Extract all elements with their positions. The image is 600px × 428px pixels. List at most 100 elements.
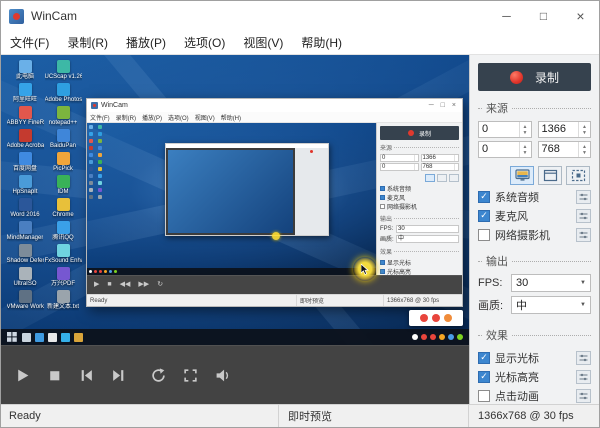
nested-desktop-icon-grid — [89, 125, 107, 202]
fps-select[interactable]: 30 ▼ — [511, 274, 591, 292]
desktop-icon-image — [19, 106, 32, 119]
spin-down-icon[interactable]: ▼ — [523, 150, 528, 156]
desktop-icon-label: IDM — [58, 188, 69, 196]
desktop-icon-image — [19, 83, 32, 96]
desktop-icon-image — [57, 175, 70, 188]
loop-button[interactable] — [151, 368, 166, 383]
menu-bar: 文件(F) 录制(R) 播放(P) 选项(O) 视图(V) 帮助(H) — [1, 31, 599, 55]
main-content: 此电脑 阿里旺旺 ABBYY FineReader — [1, 55, 599, 404]
third-level-record-dot — [310, 150, 313, 153]
nested-effects-title: 效果 — [380, 247, 392, 256]
desktop-icon: 阿里旺旺 — [6, 83, 44, 106]
source-section-header: 来源 — [478, 100, 591, 116]
region-width-input[interactable]: 1366 ▲▼ — [538, 121, 592, 138]
desktop-icon-image — [57, 60, 70, 73]
option-label: 显示光标 — [495, 350, 539, 366]
desktop-icon-label: 百度网盘 — [13, 165, 37, 173]
nested-desktop-icon — [98, 167, 102, 171]
tray-icon — [439, 334, 445, 340]
menu-item[interactable]: 帮助(H) — [292, 31, 351, 54]
nested-desktop-icon — [89, 139, 93, 143]
spin-down-icon[interactable]: ▼ — [582, 150, 587, 156]
checkbox[interactable]: ✓ — [478, 390, 490, 402]
quality-row: 画质: 中 ▼ — [478, 296, 591, 314]
tray-notification-popup — [409, 310, 463, 326]
nested-preview-area — [87, 123, 376, 275]
close-button[interactable]: × — [562, 1, 599, 31]
desktop-icon-label: Chrome — [52, 211, 73, 219]
nested-minimize-icon: ─ — [429, 102, 434, 109]
window-capture-button[interactable] — [538, 166, 562, 185]
checkbox[interactable]: ✓ — [478, 352, 490, 364]
checkbox[interactable]: ✓ — [478, 229, 490, 241]
tray-icon — [421, 334, 427, 340]
menu-item[interactable]: 文件(F) — [1, 31, 58, 54]
taskbar-app-icon — [74, 333, 83, 342]
taskbar-app-icon — [22, 333, 31, 342]
desktop-icon-grid: 此电脑 阿里旺旺 ABBYY FineReader — [6, 60, 82, 313]
check-icon: ✓ — [480, 353, 488, 362]
option-settings-button[interactable] — [576, 190, 591, 204]
option-settings-button[interactable] — [576, 228, 591, 242]
menu-item[interactable]: 视图(V) — [234, 31, 292, 54]
quality-select[interactable]: 中 ▼ — [511, 296, 591, 314]
menu-item[interactable]: 选项(O) — [175, 31, 234, 54]
option-settings-button[interactable] — [576, 209, 591, 223]
desktop-icon-label: Adobe Photoshop — [45, 96, 82, 104]
nested-output-title: 输出 — [380, 214, 392, 223]
menu-item[interactable]: 录制(R) — [58, 31, 117, 54]
record-dot-icon — [510, 71, 523, 84]
region-x-input[interactable]: 0 ▲▼ — [478, 121, 532, 138]
checkbox[interactable]: ✓ — [478, 210, 490, 222]
fullscreen-button[interactable] — [183, 368, 198, 383]
spin-down-icon[interactable]: ▼ — [582, 130, 587, 136]
region-height-input[interactable]: 768 ▲▼ — [538, 141, 592, 158]
checkbox[interactable]: ✓ — [478, 191, 490, 203]
skip-to-end-button[interactable] — [111, 368, 126, 383]
status-ready: Ready — [1, 410, 278, 422]
nested-width-input: 1366 — [421, 154, 460, 162]
sliders-icon — [579, 212, 588, 220]
start-button-icon — [7, 332, 17, 342]
desktop-icon: Adobe Acrobat DC — [6, 129, 44, 152]
desktop-icon: BaiduPan — [44, 129, 82, 152]
captured-desktop: 此电脑 阿里旺旺 ABBYY FineReader — [1, 55, 469, 345]
option-label: 系统音频 — [495, 189, 539, 205]
volume-button[interactable] — [215, 368, 231, 383]
option-settings-button[interactable] — [576, 351, 591, 365]
window-controls: ─ □ × — [488, 1, 599, 31]
maximize-button[interactable]: □ — [525, 1, 562, 31]
nested-option-row: 光标高亮 — [380, 267, 459, 275]
option-row: ✓ 点击动画 — [478, 386, 591, 404]
nested-desktop-icon — [98, 195, 102, 199]
option-label: 麦克风 — [495, 208, 528, 224]
nested-option-row: 显示光标 — [380, 258, 459, 266]
spin-down-icon[interactable]: ▼ — [523, 130, 528, 136]
nested-coord-row: 0 1366 — [380, 154, 459, 162]
option-settings-button[interactable] — [576, 389, 591, 403]
minimize-button[interactable]: ─ — [488, 1, 525, 31]
display-capture-button[interactable] — [510, 166, 534, 185]
skip-to-start-button[interactable] — [79, 368, 94, 383]
checkbox[interactable]: ✓ — [478, 371, 490, 383]
nested-output-header: 输出 — [380, 214, 459, 223]
desktop-icon-image — [19, 152, 32, 165]
menu-item[interactable]: 播放(P) — [117, 31, 175, 54]
nested-record-button: 录制 — [380, 126, 459, 140]
stop-button[interactable] — [47, 368, 62, 383]
nested-checkbox — [380, 260, 385, 265]
taskbar-app-icon — [61, 333, 70, 342]
desktop-icon-label: UCScap v1.26.exe — [45, 73, 82, 81]
play-button[interactable] — [15, 368, 30, 383]
nested-stop-icon: ■ — [107, 281, 111, 289]
sliders-icon — [579, 392, 588, 400]
nested-menu-item: 视图(V) — [192, 113, 218, 122]
nested-taskbar-icon — [114, 270, 117, 273]
nested-status-bar: Ready 即时预览 1366x768 @ 30 fps — [87, 294, 462, 306]
nested-option-label: 麦克风 — [387, 193, 405, 202]
region-y-input[interactable]: 0 ▲▼ — [478, 141, 532, 158]
region-capture-button[interactable] — [566, 166, 590, 185]
record-button[interactable]: 录制 — [478, 63, 591, 91]
nested-desktop-icon — [89, 188, 93, 192]
option-settings-button[interactable] — [576, 370, 591, 384]
